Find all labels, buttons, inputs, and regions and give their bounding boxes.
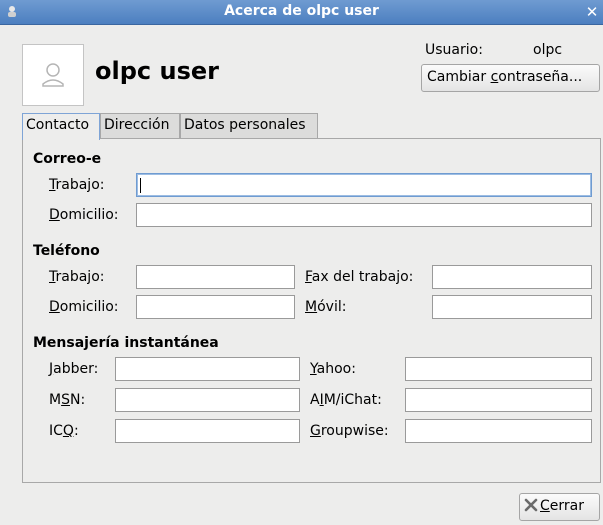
fax-work-label: Fax del trabajo:: [305, 269, 414, 285]
email-work-input[interactable]: [136, 173, 592, 197]
groupwise-label: Groupwise:: [310, 423, 389, 439]
jabber-label: Jabber:: [49, 361, 99, 377]
aim-input[interactable]: [405, 388, 592, 412]
msn-label: MSN:: [49, 392, 86, 408]
window-titlebar[interactable]: Acerca de olpc user ✕: [0, 0, 603, 25]
mobile-label: Móvil:: [305, 299, 347, 315]
email-home-label: Domicilio:: [49, 207, 119, 223]
msn-input[interactable]: [115, 388, 300, 412]
phone-home-input[interactable]: [136, 295, 295, 319]
contact-panel: Correo-e Trabajo: Domicilio: Teléfono Tr…: [22, 138, 601, 483]
phone-home-label: Domicilio:: [49, 299, 119, 315]
change-password-label-post: ontraseña...: [498, 69, 583, 85]
email-heading: Correo-e: [33, 151, 102, 167]
jabber-input[interactable]: [115, 357, 300, 381]
phone-work-label: Trabajo:: [49, 269, 105, 285]
mobile-input[interactable]: [432, 295, 592, 319]
aim-label: AIM/iChat:: [310, 392, 382, 408]
groupwise-input[interactable]: [405, 419, 592, 443]
yahoo-input[interactable]: [405, 357, 592, 381]
email-home-input[interactable]: [136, 203, 592, 227]
yahoo-label: Yahoo:: [310, 361, 356, 377]
tab-contacto[interactable]: Contacto: [22, 113, 100, 140]
icq-label: ICQ:: [49, 423, 79, 439]
tab-datos-personales[interactable]: Datos personales: [180, 113, 318, 138]
tab-direccion[interactable]: Dirección: [100, 113, 180, 138]
phone-work-input[interactable]: [136, 265, 295, 289]
email-work-label: Trabajo:: [49, 177, 105, 193]
username-label: Usuario:: [425, 42, 483, 58]
text-caret: [140, 178, 141, 193]
window-title: Acerca de olpc user: [224, 3, 379, 19]
username-value: olpc: [533, 42, 563, 58]
close-window-icon[interactable]: ✕: [583, 3, 601, 21]
phone-heading: Teléfono: [33, 243, 100, 259]
icq-input[interactable]: [115, 419, 300, 443]
person-silhouette-icon: [42, 63, 64, 87]
close-button[interactable]: Cerrar: [519, 493, 600, 521]
im-heading: Mensajería instantánea: [33, 335, 219, 351]
change-password-button[interactable]: Cambiar contraseña...: [421, 64, 600, 92]
avatar[interactable]: [22, 44, 84, 106]
change-password-label-pre: Cambiar: [427, 69, 491, 85]
close-x-icon: [524, 498, 538, 512]
display-name: olpc user: [95, 57, 219, 85]
fax-work-input[interactable]: [432, 265, 592, 289]
